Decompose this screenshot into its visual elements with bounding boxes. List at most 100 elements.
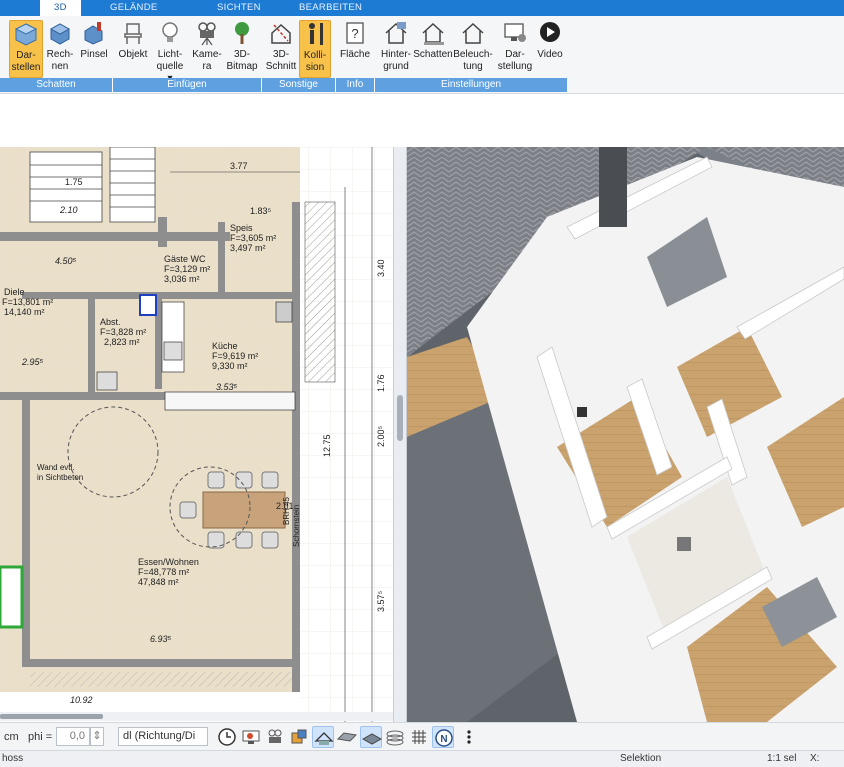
floor-plan-canvas[interactable]: Diele F=13,801 m² 14,140 m² Abst. F=3,82… xyxy=(0,147,393,722)
room-area-diele: F=13,801 m² xyxy=(2,297,53,307)
monitor-button[interactable] xyxy=(240,726,262,748)
tab-gelaende[interactable]: GELÄNDE xyxy=(110,0,158,16)
insert-camera-button[interactable]: Kame- ra xyxy=(191,20,223,78)
room-area-essen-wohnen: F=48,778 m² xyxy=(138,567,189,577)
view-mode-3-button[interactable] xyxy=(360,726,383,748)
lighting-button[interactable]: Beleuch- tung xyxy=(453,20,493,78)
north-icon: N xyxy=(435,729,453,747)
shadow-brush-button[interactable]: Pinsel xyxy=(78,20,110,78)
svg-text:N: N xyxy=(440,734,447,745)
house-shadow-icon xyxy=(422,22,444,45)
group-label-sonstige: Sonstige xyxy=(262,78,335,92)
video-play-icon xyxy=(540,22,560,42)
status-coordinate: X: xyxy=(810,753,820,764)
staircase xyxy=(29,147,156,223)
phi-stepper[interactable]: ⇕ xyxy=(90,727,104,746)
ribbon: Dar- stellen Rech- nen Pinsel Objekt Lic… xyxy=(0,16,844,94)
house-cube-icon xyxy=(14,23,38,46)
camera-path-button[interactable] xyxy=(264,726,286,748)
display-settings-button[interactable]: Dar- stellung xyxy=(495,20,535,78)
house-view-icon xyxy=(314,732,334,745)
insert-3d-bitmap-button[interactable]: 3D- Bitmap xyxy=(225,20,259,78)
display-settings-icon xyxy=(504,23,526,42)
view-mode-2-button[interactable] xyxy=(336,726,358,748)
dim-v-3-40: 3.40 xyxy=(376,259,386,277)
shadow-settings-button[interactable]: Schatten xyxy=(413,20,453,78)
room-area-kueche: F=9,619 m² xyxy=(212,351,258,361)
collision-person-icon xyxy=(309,23,323,45)
layer-view-icon xyxy=(361,733,383,745)
more-vertical-icon xyxy=(467,730,471,744)
phi-label: phi = xyxy=(28,731,53,743)
splitter-grip[interactable] xyxy=(397,395,403,441)
room-name-kueche: Küche xyxy=(212,341,238,351)
tab-sichten[interactable]: SICHTEN xyxy=(217,0,261,16)
dim-1-75: 1.75 xyxy=(65,177,83,187)
insert-light-button[interactable]: Licht- quelle ▾ xyxy=(153,20,187,84)
dim-v-3-575: 3.57⁵ xyxy=(376,590,386,612)
unit-label: cm xyxy=(4,731,19,743)
room-name-gaeste-wc: Gäste WC xyxy=(164,254,206,264)
schornstein-note: Schornstein xyxy=(292,505,301,547)
bottom-toolbar: cm phi = 0,0 ⇕ dl (Richtung/Di N xyxy=(0,722,844,750)
room-area-gaeste-wc: F=3,129 m² xyxy=(164,264,210,274)
dim-top-right: 3.77 xyxy=(230,161,248,171)
room-area2-gaeste-wc: 3,036 m² xyxy=(164,274,200,284)
clock-button[interactable] xyxy=(216,726,238,748)
room-area2-abst: 2,823 m² xyxy=(104,337,140,347)
house-light-icon xyxy=(462,22,484,44)
paint-bucket-icon xyxy=(291,729,307,744)
room-name-speis: Speis xyxy=(230,223,253,233)
terrace-hatch xyxy=(30,672,292,687)
view-splitter[interactable] xyxy=(393,147,407,722)
plan-horizontal-scrollbar[interactable] xyxy=(0,712,393,721)
window-element xyxy=(0,565,24,629)
camera-icon xyxy=(198,22,216,46)
group-label-schatten: Schatten xyxy=(0,78,112,92)
room-name-essen-wohnen: Essen/Wohnen xyxy=(138,557,199,567)
video-button[interactable]: Video xyxy=(534,20,566,78)
dim-3535: 3.53⁵ xyxy=(216,382,238,392)
roof-view-icon xyxy=(336,732,358,742)
floor-plan-view[interactable]: Diele F=13,801 m² 14,140 m² Abst. F=3,82… xyxy=(0,147,393,722)
house-background-icon xyxy=(385,22,407,44)
dim-1-83: 1.83⁵ xyxy=(250,206,272,216)
insert-object-button[interactable]: Objekt xyxy=(116,20,150,78)
area-info-button[interactable]: ? Fläche xyxy=(338,20,372,78)
tab-3d[interactable]: 3D xyxy=(40,0,81,16)
cube-calc-icon xyxy=(49,23,71,45)
shadow-calc-button[interactable]: Rech- nen xyxy=(45,20,75,78)
room-area2-kueche: 9,330 m² xyxy=(212,361,248,371)
brush-cube-icon xyxy=(84,22,103,45)
section-cut-button[interactable]: 3D- Schnitt xyxy=(264,20,298,78)
room-area-speis: F=3,605 m² xyxy=(230,233,276,243)
view-mode-4-button[interactable] xyxy=(384,726,406,748)
3d-view-canvas[interactable] xyxy=(407,147,844,722)
tree-icon xyxy=(235,22,249,44)
chair-icon xyxy=(124,23,142,44)
camera-path-icon xyxy=(268,729,282,743)
room-name-diele: Diele xyxy=(4,287,25,297)
north-button[interactable]: N xyxy=(432,726,454,748)
shadow-display-button[interactable]: Dar- stellen xyxy=(9,20,43,78)
stepper-arrows-icon: ⇕ xyxy=(92,730,102,742)
more-options-button[interactable] xyxy=(458,726,480,748)
scrollbar-thumb[interactable] xyxy=(0,714,103,719)
3d-view[interactable] xyxy=(407,147,844,722)
dim-v-12-75: 12.75 xyxy=(322,434,332,457)
grid-button[interactable] xyxy=(408,726,430,748)
collision-button[interactable]: Kolli- sion xyxy=(299,20,331,78)
ribbon-tab-bar: 3D GELÄNDE SICHTEN BEARBEITEN xyxy=(0,0,844,16)
group-label-einstellungen: Einstellungen xyxy=(375,78,567,92)
wall-note-line1: Wand evtl. xyxy=(37,463,75,472)
tab-bearbeiten[interactable]: BEARBEITEN xyxy=(299,0,362,16)
room-area2-speis: 3,497 m² xyxy=(230,243,266,253)
view-mode-1-button[interactable] xyxy=(312,726,334,748)
section-cut-icon xyxy=(271,23,291,44)
background-button[interactable]: Hinter- grund xyxy=(378,20,414,78)
status-floor: hoss xyxy=(2,753,24,764)
direction-select[interactable]: dl (Richtung/Di xyxy=(118,727,208,746)
material-button[interactable] xyxy=(288,726,310,748)
status-mode: Selektion xyxy=(620,753,662,764)
phi-input[interactable]: 0,0 xyxy=(56,727,90,746)
